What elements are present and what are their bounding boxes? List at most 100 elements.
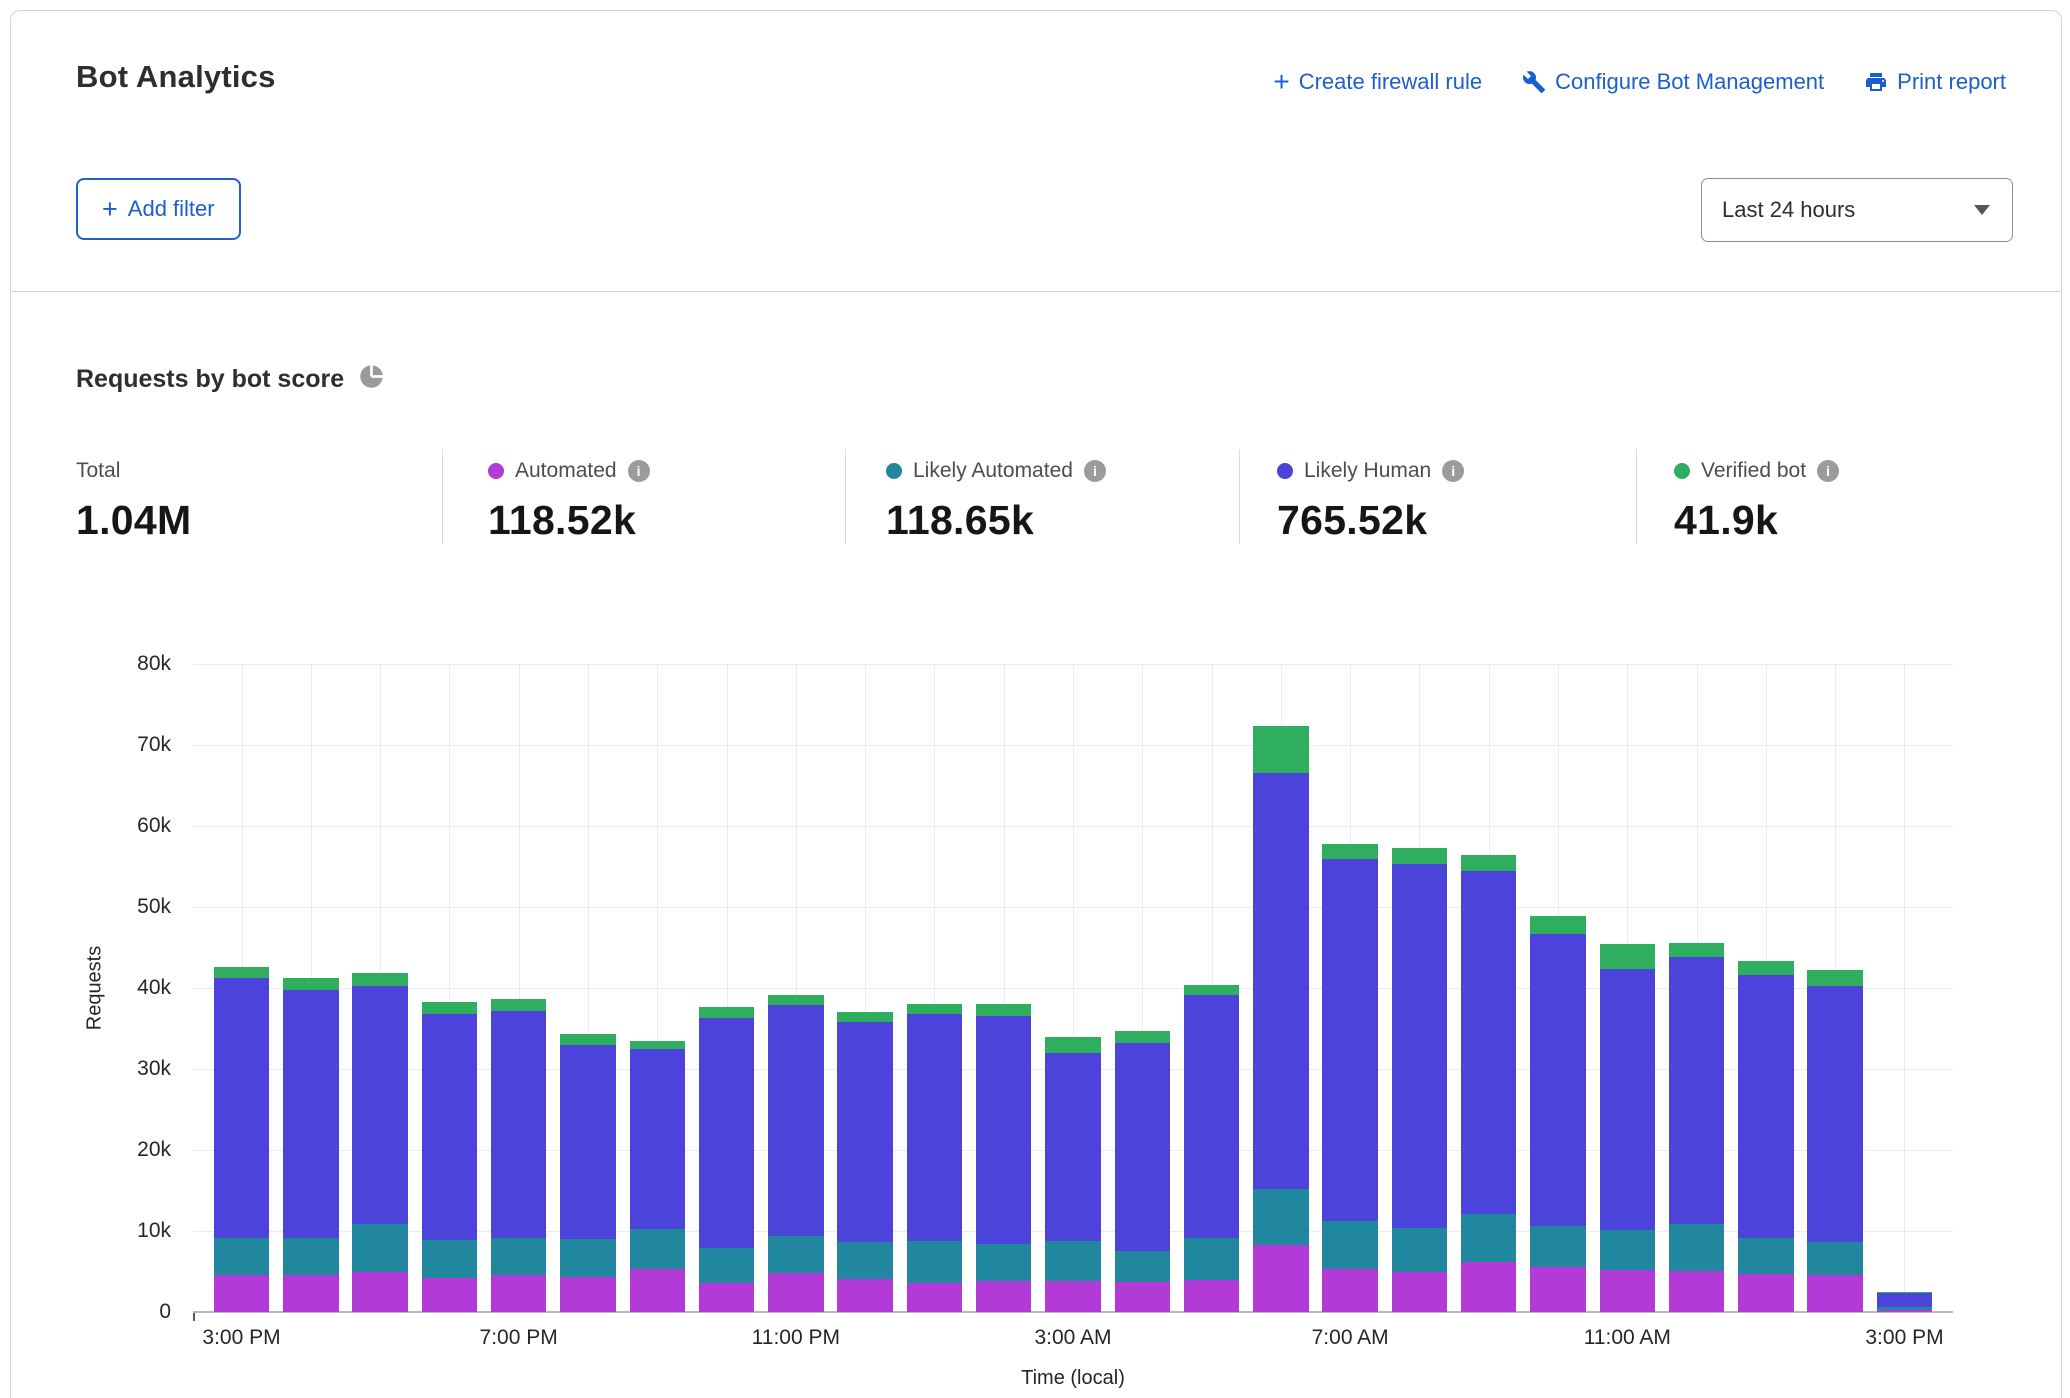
horizontal-gridline [193,907,1953,908]
header-actions: + Create firewall rule Configure Bot Man… [1273,69,2006,95]
info-icon[interactable]: i [1084,460,1106,482]
stacked-bar[interactable] [1738,960,1793,1312]
bar-segment-likely-human [1322,859,1377,1221]
bar-segment-verified-bot [1115,1031,1170,1043]
bar-segment-likely-human [1738,975,1793,1238]
bar-segment-likely-automated [1184,1238,1239,1281]
bar-segment-automated [1461,1262,1516,1312]
y-tick-label: 20k [137,1138,171,1162]
bar-segment-verified-bot [422,1002,477,1014]
y-tick-label: 10k [137,1219,171,1243]
stacked-bar[interactable] [1184,985,1239,1312]
plot-area [193,664,1953,1312]
stat-likely-human-value: 765.52k [1277,497,1636,544]
print-report-label: Print report [1897,69,2006,95]
bar-segment-likely-human [1115,1043,1170,1251]
stacked-bar[interactable] [976,1004,1031,1312]
section-title: Requests by bot score [76,365,344,394]
stacked-bar[interactable] [1461,855,1516,1312]
bar-segment-likely-automated [976,1244,1031,1281]
configure-bot-management-link[interactable]: Configure Bot Management [1522,69,1824,95]
bar-segment-likely-human [976,1016,1031,1244]
bar-segment-verified-bot [1392,848,1447,864]
x-axis-ticks: 3:00 PM7:00 PM11:00 PM3:00 AM7:00 AM11:0… [193,1326,1953,1356]
stacked-bar[interactable] [1600,944,1655,1312]
y-axis-ticks: 010k20k30k40k50k60k70k80k [11,664,171,1312]
y-tick-label: 40k [137,976,171,1000]
bar-segment-automated [1184,1280,1239,1312]
stat-total-value: 1.04M [76,497,442,544]
bar-segment-automated [1669,1271,1724,1312]
bar-segment-verified-bot [1322,844,1377,859]
bar-segment-likely-human [283,990,338,1239]
bar-segment-likely-human [630,1049,685,1229]
bar-segment-verified-bot [560,1034,615,1045]
verified-bot-legend-dot [1674,463,1690,479]
bar-segment-automated [1877,1310,1932,1312]
bar-segment-verified-bot [907,1004,962,1014]
bar-segment-likely-automated [214,1238,269,1274]
add-filter-button[interactable]: + Add filter [76,178,241,240]
bar-segment-verified-bot [699,1007,754,1018]
stacked-bar[interactable] [1669,943,1724,1312]
stat-likely-automated-label: Likely Automated [913,459,1073,483]
stacked-bar[interactable] [837,1012,892,1313]
stacked-bar[interactable] [283,978,338,1312]
bar-segment-automated [630,1269,685,1312]
time-range-dropdown[interactable]: Last 24 hours [1701,178,2013,242]
bar-segment-verified-bot [491,999,546,1011]
likely-automated-legend-dot [886,463,902,479]
bar-segment-likely-automated [491,1238,546,1275]
stacked-bar[interactable] [491,999,546,1312]
stacked-bar[interactable] [1322,844,1377,1312]
automated-legend-dot [488,463,504,479]
bar-segment-verified-bot [976,1004,1031,1016]
bar-segment-likely-automated [1738,1238,1793,1274]
info-icon[interactable]: i [628,460,650,482]
print-report-link[interactable]: Print report [1864,69,2006,95]
x-axis-origin-tick [193,1312,195,1321]
y-tick-label: 70k [137,733,171,757]
bar-segment-verified-bot [837,1012,892,1023]
y-tick-label: 60k [137,814,171,838]
stacked-bar[interactable] [699,1007,754,1312]
bar-segment-automated [768,1273,823,1312]
stacked-bar[interactable] [907,1004,962,1312]
stats-row: Total 1.04M Automated i 118.52k Likely A… [76,449,2061,544]
stacked-bar[interactable] [1392,848,1447,1312]
info-icon[interactable]: i [1817,460,1839,482]
stacked-bar[interactable] [214,967,269,1312]
bar-segment-likely-human [1184,995,1239,1238]
x-tick-label: 11:00 PM [752,1326,840,1350]
create-firewall-rule-link[interactable]: + Create firewall rule [1273,69,1482,95]
header-divider [11,291,2061,292]
bar-segment-verified-bot [1738,961,1793,976]
stacked-bar[interactable] [422,1002,477,1312]
bar-segment-verified-bot [1461,855,1516,870]
stacked-bar[interactable] [630,1041,685,1312]
stacked-bar[interactable] [1115,1031,1170,1312]
stacked-bar[interactable] [768,995,823,1312]
stacked-bar[interactable] [1807,970,1862,1312]
x-axis-label: Time (local) [1021,1367,1125,1390]
bar-segment-likely-human [1807,986,1862,1242]
stacked-bar[interactable] [1530,916,1585,1312]
bar-segment-automated [699,1283,754,1312]
bar-segment-likely-human [1392,864,1447,1228]
bar-segment-likely-automated [283,1238,338,1274]
stacked-bar[interactable] [1045,1037,1100,1312]
stacked-bar[interactable] [560,1034,615,1312]
time-range-value: Last 24 hours [1722,197,1855,223]
bar-segment-verified-bot [1600,944,1655,968]
stacked-bar[interactable] [352,973,407,1312]
bar-segment-verified-bot [1184,985,1239,995]
stacked-bar[interactable] [1253,726,1308,1312]
horizontal-gridline [193,664,1953,665]
stacked-bar[interactable] [1877,1292,1932,1312]
bar-segment-automated [1115,1282,1170,1312]
info-icon[interactable]: i [1442,460,1464,482]
stat-likely-automated-value: 118.65k [886,497,1239,544]
stat-likely-human-label: Likely Human [1304,459,1431,483]
bar-segment-likely-automated [560,1239,615,1277]
bar-segment-likely-automated [837,1242,892,1278]
